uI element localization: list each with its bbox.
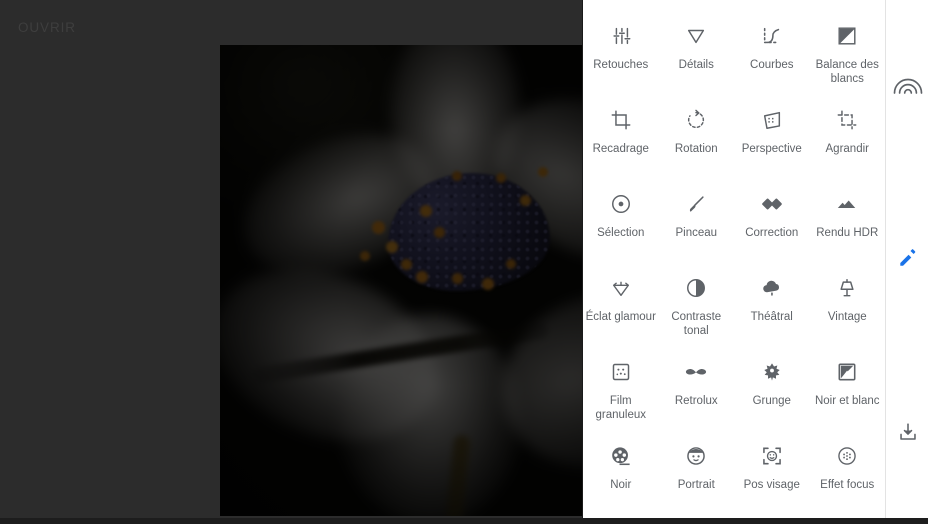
tool-label: Rendu HDR xyxy=(816,227,879,239)
brush-icon xyxy=(683,191,709,217)
tool-label: Retouches xyxy=(593,59,649,71)
tool-label: Noir et blanc xyxy=(814,395,880,407)
tool-label: Pos visage xyxy=(743,479,800,491)
details-triangle-icon xyxy=(683,23,709,49)
tool-black-white[interactable]: Noir et blanc xyxy=(810,350,886,434)
tool-label: Courbes xyxy=(750,59,794,71)
white-balance-icon: W B xyxy=(834,23,860,49)
tools-panel: Retouches Détails Courbes W B Balance de… xyxy=(583,0,885,518)
tool-healing[interactable]: Correction xyxy=(734,182,810,266)
lens-blur-icon xyxy=(834,443,860,469)
svg-text:B: B xyxy=(849,38,853,44)
vintage-lamp-icon xyxy=(834,275,860,301)
tool-retrolux[interactable]: Retrolux xyxy=(659,350,735,434)
tool-label: Vintage xyxy=(827,311,867,323)
black-white-icon xyxy=(834,359,860,385)
retrolux-moustache-icon xyxy=(683,359,709,385)
open-button[interactable]: OUVRIR xyxy=(16,16,78,39)
gphotos-editor-window: OUVRIR Retouches Détails Courbes W B Bal… xyxy=(0,0,928,524)
tool-portrait[interactable]: Portrait xyxy=(659,434,735,518)
tool-label: Noir xyxy=(610,479,632,491)
drama-cloud-icon xyxy=(759,275,785,301)
tool-selective[interactable]: Sélection xyxy=(583,182,659,266)
portrait-face-icon xyxy=(683,443,709,469)
tool-details[interactable]: Détails xyxy=(659,14,735,98)
tool-crop[interactable]: Recadrage xyxy=(583,98,659,182)
tool-white-balance[interactable]: W B Balance des blancs xyxy=(810,14,886,98)
tool-head-pose[interactable]: Pos visage xyxy=(734,434,810,518)
right-rail xyxy=(885,0,928,518)
crop-icon xyxy=(608,107,634,133)
tool-label: Sélection xyxy=(597,227,645,239)
editor-canvas-area: OUVRIR xyxy=(0,0,680,518)
looks-arc-icon xyxy=(893,73,923,100)
tool-label: Retrolux xyxy=(674,395,718,407)
pencil-icon xyxy=(897,247,919,274)
tools-grid: Retouches Détails Courbes W B Balance de… xyxy=(583,0,885,518)
tool-label: Film granuleux xyxy=(595,395,646,421)
tool-noir[interactable]: Noir xyxy=(583,434,659,518)
rail-button-looks[interactable] xyxy=(886,64,928,108)
rail-button-edit[interactable] xyxy=(886,238,928,282)
tool-brush[interactable]: Pinceau xyxy=(659,182,735,266)
tool-drama[interactable]: Théâtral xyxy=(734,266,810,350)
tool-label: Éclat glamour xyxy=(585,311,656,323)
tool-retouches[interactable]: Retouches xyxy=(583,14,659,98)
tool-label: Grunge xyxy=(752,395,791,407)
hdr-mountains-icon xyxy=(834,191,860,217)
tool-glamour-glow[interactable]: Éclat glamour xyxy=(583,266,659,350)
tool-rotate[interactable]: Rotation xyxy=(659,98,735,182)
glamour-glow-icon xyxy=(608,275,634,301)
grainy-film-icon xyxy=(608,359,634,385)
svg-text:W: W xyxy=(843,31,849,37)
tool-tonal-contrast[interactable]: Contraste tonal xyxy=(659,266,735,350)
expand-icon xyxy=(834,107,860,133)
rail-button-export[interactable] xyxy=(886,412,928,456)
tool-hdr[interactable]: Rendu HDR xyxy=(810,182,886,266)
tool-grainy-film[interactable]: Film granuleux xyxy=(583,350,659,434)
tool-expand[interactable]: Agrandir xyxy=(810,98,886,182)
bottom-bar xyxy=(0,518,928,524)
tool-label: Agrandir xyxy=(825,143,869,155)
tool-label: Contraste tonal xyxy=(671,311,722,337)
tool-lens-blur[interactable]: Effet focus xyxy=(810,434,886,518)
noir-reel-icon xyxy=(608,443,634,469)
tool-perspective[interactable]: Perspective xyxy=(734,98,810,182)
tool-label: Balance des blancs xyxy=(815,59,879,85)
perspective-icon xyxy=(759,107,785,133)
curves-icon xyxy=(759,23,785,49)
tool-label: Rotation xyxy=(674,143,718,155)
tool-label: Théâtral xyxy=(750,311,793,323)
tool-label: Recadrage xyxy=(592,143,649,155)
tool-curves[interactable]: Courbes xyxy=(734,14,810,98)
tool-label: Détails xyxy=(678,59,714,71)
selective-icon xyxy=(608,191,634,217)
tool-label: Portrait xyxy=(677,479,715,491)
tool-label: Perspective xyxy=(741,143,802,155)
tune-icon xyxy=(608,23,634,49)
tool-vintage[interactable]: Vintage xyxy=(810,266,886,350)
tool-label: Effet focus xyxy=(820,479,875,491)
grunge-icon xyxy=(759,359,785,385)
head-pose-icon xyxy=(759,443,785,469)
tool-label: Correction xyxy=(745,227,799,239)
tonal-contrast-icon xyxy=(683,275,709,301)
healing-icon xyxy=(759,191,785,217)
tool-label: Pinceau xyxy=(675,227,718,239)
tool-grunge[interactable]: Grunge xyxy=(734,350,810,434)
download-icon xyxy=(897,421,919,448)
rotate-icon xyxy=(683,107,709,133)
